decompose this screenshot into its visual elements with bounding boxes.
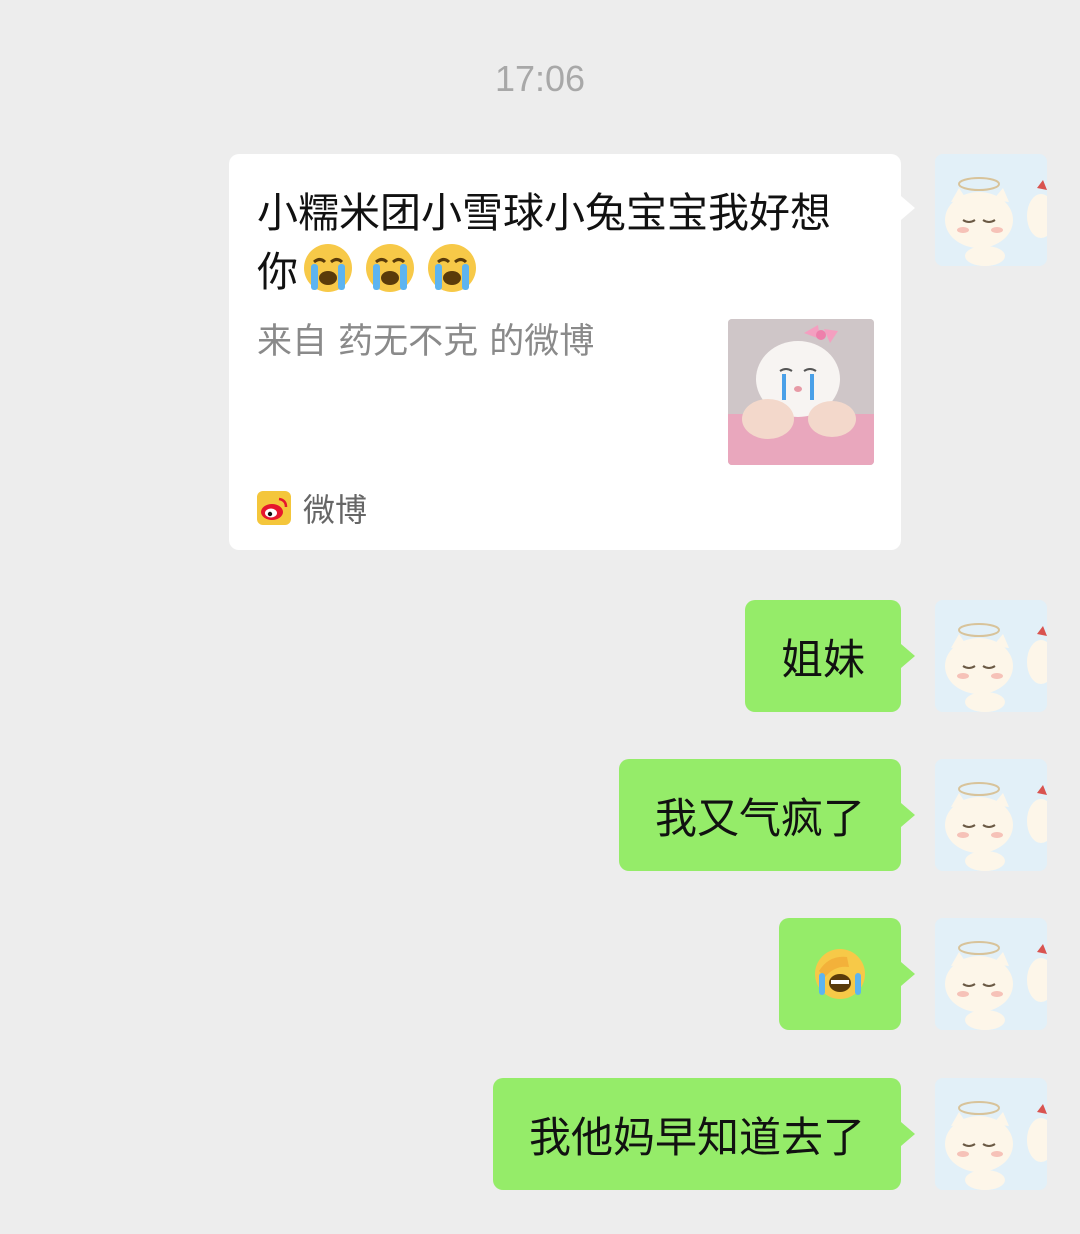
bubble-tail (901, 803, 915, 827)
face-palm-laughing-emoji-icon (815, 949, 865, 999)
bubble-tail (901, 1122, 915, 1146)
user-avatar[interactable] (935, 600, 1047, 712)
message-bubble[interactable]: 我他妈早知道去了 (492, 1078, 915, 1190)
crying-face-icon (304, 244, 352, 292)
message-bubble[interactable]: 我又气疯了 (618, 759, 915, 871)
title-trailing-placeholder: 你 (257, 248, 298, 296)
crying-face-icon (366, 244, 414, 292)
link-card-title: 小糯米团小雪球小兔宝宝我好想你 (257, 184, 877, 301)
message-bubble[interactable]: 姐妹 (744, 600, 915, 712)
chat-timestamp: 17:06 (494, 58, 586, 99)
link-card-subtitle: 来自 药无不克 的微博 (257, 322, 595, 362)
link-card-source-label: 微博 (303, 491, 368, 529)
link-card-title-text: 小糯米团小雪球小兔宝宝我好想 (257, 189, 831, 237)
weibo-logo-icon (257, 491, 291, 525)
link-card-tail (901, 196, 915, 220)
link-card-thumbnail (728, 319, 874, 465)
link-card-source: 微博 (257, 488, 368, 529)
user-avatar[interactable] (935, 154, 1047, 266)
bubble-tail (901, 644, 915, 668)
message-text: 我他妈早知道去了 (528, 1112, 865, 1162)
weibo-link-card[interactable]: 小糯米团小雪球小兔宝宝我好想你 来自 药无不克 的微博 微博 (229, 154, 901, 550)
message-text: 我又气疯了 (654, 793, 865, 843)
user-avatar[interactable] (935, 1078, 1047, 1190)
crying-face-icon (428, 244, 476, 292)
user-avatar[interactable] (935, 759, 1047, 871)
user-avatar[interactable] (935, 918, 1047, 1030)
bubble-tail (901, 962, 915, 986)
message-text: 姐妹 (780, 634, 865, 684)
message-bubble[interactable] (779, 918, 915, 1030)
